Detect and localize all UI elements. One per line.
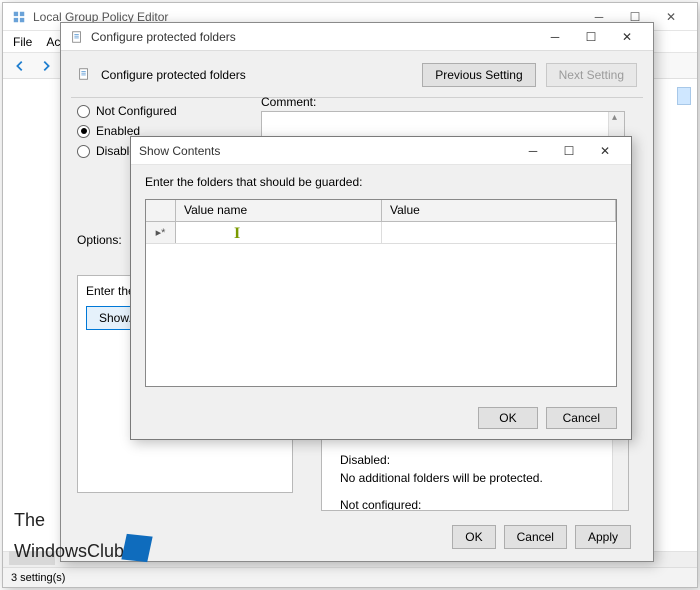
maximize-button[interactable]: ☐	[573, 25, 609, 49]
windowsclub-logo-icon	[121, 534, 152, 562]
show-contents-prompt: Enter the folders that should be guarded…	[145, 175, 617, 189]
show-contents-buttons: OK Cancel	[478, 407, 617, 429]
policy-icon	[69, 29, 85, 45]
radio-icon[interactable]	[77, 105, 90, 118]
close-button[interactable]: ✕	[653, 5, 689, 29]
forward-button[interactable]	[35, 56, 57, 76]
grid-header-value[interactable]: Value	[382, 200, 616, 221]
radio-label: Not Configured	[96, 104, 177, 118]
value-cell[interactable]	[382, 222, 616, 243]
ok-button[interactable]: OK	[478, 407, 537, 429]
radio-icon[interactable]	[77, 145, 90, 158]
watermark-line2: WindowsClub	[14, 531, 156, 562]
back-button[interactable]	[9, 56, 31, 76]
minimize-button[interactable]: ─	[515, 139, 551, 163]
policy-icon	[77, 67, 91, 84]
contents-grid[interactable]: Value name Value ▸* I	[145, 199, 617, 387]
close-button[interactable]: ✕	[587, 139, 623, 163]
show-contents-titlebar[interactable]: Show Contents ─ ☐ ✕	[131, 137, 631, 165]
config-header: Configure protected folders Previous Set…	[71, 59, 643, 98]
menu-file[interactable]: File	[13, 35, 32, 49]
watermark: The WindowsClub	[14, 510, 156, 562]
grid-row[interactable]: ▸* I	[146, 222, 616, 244]
configure-buttons: OK Cancel Apply	[452, 525, 631, 549]
grid-header-name[interactable]: Value name	[176, 200, 382, 221]
content-remnant	[677, 87, 691, 105]
comment-label: Comment:	[261, 95, 316, 109]
radio-icon[interactable]	[77, 125, 90, 138]
maximize-button[interactable]: ☐	[551, 139, 587, 163]
statusbar: 3 setting(s)	[3, 567, 697, 587]
minimize-button[interactable]: ─	[537, 25, 573, 49]
show-contents-title: Show Contents	[139, 144, 515, 158]
help-notconfigured-heading: Not configured:	[330, 496, 620, 511]
grid-header: Value name Value	[146, 200, 616, 222]
cancel-button[interactable]: Cancel	[546, 407, 617, 429]
gpedit-icon	[11, 9, 27, 25]
ok-button[interactable]: OK	[452, 525, 495, 549]
configure-title: Configure protected folders	[91, 30, 537, 44]
show-contents-body: Enter the folders that should be guarded…	[145, 175, 617, 387]
value-name-cell[interactable]: I	[176, 222, 382, 243]
help-disabled-text: No additional folders will be protected.	[330, 469, 620, 488]
config-heading: Configure protected folders	[101, 68, 412, 82]
configure-titlebar[interactable]: Configure protected folders ─ ☐ ✕	[61, 23, 653, 51]
help-disabled-heading: Disabled:	[330, 451, 620, 470]
text-cursor-icon: I	[234, 225, 240, 243]
grid-header-rownum	[146, 200, 176, 221]
previous-setting-button[interactable]: Previous Setting	[422, 63, 535, 87]
apply-button[interactable]: Apply	[575, 525, 631, 549]
show-contents-dialog: Show Contents ─ ☐ ✕ Enter the folders th…	[130, 136, 632, 440]
cancel-button[interactable]: Cancel	[504, 525, 567, 549]
status-text: 3 setting(s)	[11, 572, 65, 584]
next-setting-button: Next Setting	[546, 63, 637, 87]
watermark-line1: The	[14, 510, 156, 531]
close-button[interactable]: ✕	[609, 25, 645, 49]
row-marker: ▸*	[146, 222, 176, 243]
